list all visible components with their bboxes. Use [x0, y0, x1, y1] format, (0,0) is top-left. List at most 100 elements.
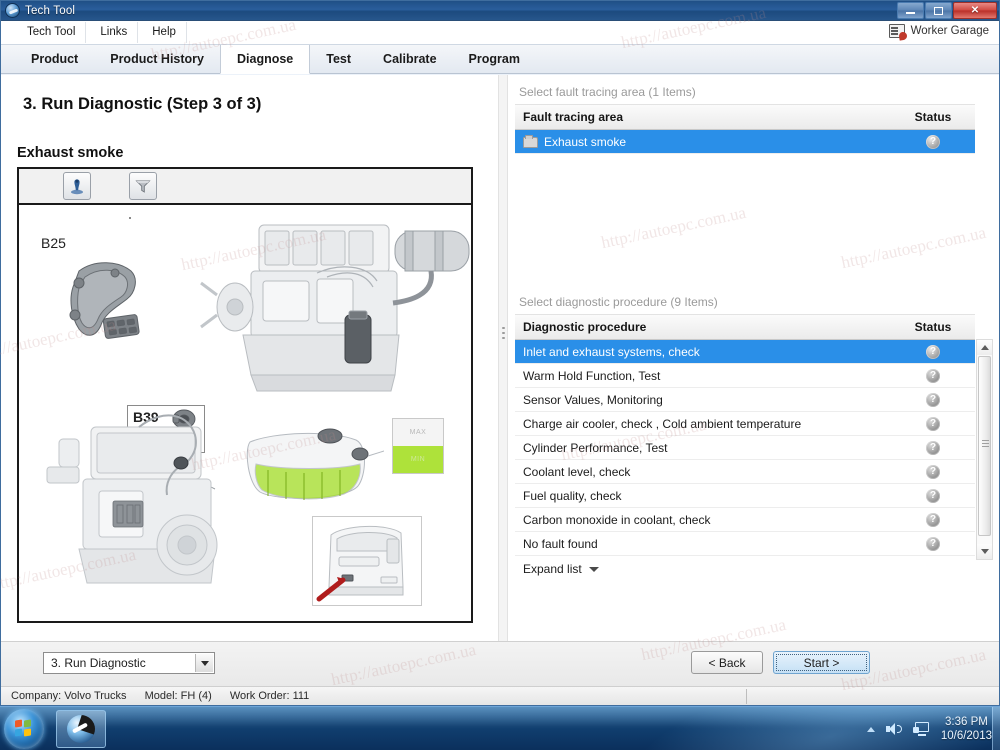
procedure-name-cell: Charge air cooler, check , Cold ambient …: [515, 411, 891, 436]
tab-diagnose[interactable]: Diagnose: [220, 45, 311, 74]
splitter-grip-icon: [502, 327, 505, 344]
taskbar-item-tech-tool[interactable]: [56, 710, 106, 748]
chevron-down-icon: [588, 566, 599, 572]
worker-garage[interactable]: Worker Garage: [888, 24, 989, 38]
scrollbar-thumb[interactable]: [978, 356, 991, 536]
status-cell: ?: [891, 363, 975, 388]
back-button[interactable]: < Back: [691, 651, 763, 674]
table-row[interactable]: Coolant level, check ?: [515, 459, 975, 484]
windows-logo-icon: [15, 719, 33, 738]
menu-item-help[interactable]: Help: [142, 22, 187, 43]
tab-calibrate[interactable]: Calibrate: [367, 45, 453, 73]
help-status-icon[interactable]: ?: [926, 488, 940, 503]
diagnostic-procedure-section-label: Select diagnostic procedure (9 Items): [515, 295, 975, 315]
procedure-name-cell: Fuel quality, check: [515, 483, 891, 508]
tab-product[interactable]: Product: [15, 45, 94, 73]
network-icon[interactable]: [912, 722, 930, 736]
funnel-icon: [135, 180, 151, 193]
diagnostic-procedure-section: Select diagnostic procedure (9 Items) Di…: [515, 295, 993, 635]
level-max-label: MAX: [393, 419, 443, 446]
help-status-icon[interactable]: ?: [926, 536, 940, 551]
help-status-icon[interactable]: ?: [926, 512, 940, 527]
worker-garage-label: Worker Garage: [910, 25, 989, 37]
table-row[interactable]: Carbon monoxide in coolant, check ?: [515, 507, 975, 532]
content-area: 3. Run Diagnostic (Step 3 of 3) Exhaust …: [1, 75, 999, 641]
maximize-icon: [934, 6, 943, 15]
minimize-button[interactable]: [897, 2, 924, 19]
help-status-icon[interactable]: ?: [926, 392, 940, 407]
engine-illustration: [200, 224, 470, 392]
part-label-b25: B25: [41, 235, 66, 251]
status-cell: ?: [891, 459, 975, 484]
tab-test[interactable]: Test: [310, 45, 367, 73]
status-bar: Company: Volvo Trucks Model: FH (4) Work…: [1, 686, 999, 705]
step-select-value: 3. Run Diagnostic: [51, 656, 146, 670]
truck-cab-illustration: [316, 525, 404, 602]
table-row[interactable]: Cylinder Performance, Test ?: [515, 435, 975, 460]
tab-product-history[interactable]: Product History: [94, 45, 220, 73]
step-select[interactable]: 3. Run Diagnostic: [43, 652, 215, 674]
status-cell: ?: [891, 339, 975, 364]
status-cell: ?: [891, 483, 975, 508]
start-button[interactable]: [4, 709, 44, 749]
folder-icon: [523, 134, 538, 148]
chevron-up-icon: [980, 345, 989, 350]
procedure-name-cell: Cylinder Performance, Test: [515, 435, 891, 460]
procedure-name-cell: Coolant level, check: [515, 459, 891, 484]
minimize-icon: [906, 12, 915, 14]
table-row[interactable]: Sensor Values, Monitoring ?: [515, 387, 975, 412]
column-header-status[interactable]: Status: [891, 105, 975, 130]
column-header-status[interactable]: Status: [891, 315, 975, 340]
help-status-icon[interactable]: ?: [926, 134, 940, 149]
focus-ring: [776, 654, 867, 671]
b39-leader: [129, 217, 131, 219]
scroll-down-button[interactable]: [977, 544, 992, 559]
maximize-button[interactable]: [925, 2, 952, 19]
column-header-diagnostic-procedure[interactable]: Diagnostic procedure: [515, 315, 891, 340]
help-status-icon[interactable]: ?: [926, 464, 940, 479]
procedure-name-cell: Warm Hold Function, Test: [515, 363, 891, 388]
table-row[interactable]: Charge air cooler, check , Cold ambient …: [515, 411, 975, 436]
window-title: Tech Tool: [25, 4, 76, 17]
status-cell: ?: [891, 531, 975, 556]
help-status-icon[interactable]: ?: [926, 440, 940, 455]
filter-button[interactable]: [129, 172, 157, 200]
column-header-fault-tracing-area[interactable]: Fault tracing area: [515, 105, 891, 130]
help-status-icon[interactable]: ?: [926, 344, 940, 359]
fault-tracing-section-label: Select fault tracing area (1 Items): [515, 85, 975, 105]
menu-item-tech-tool[interactable]: Tech Tool: [17, 22, 87, 43]
help-status-icon[interactable]: ?: [926, 416, 940, 431]
expand-list-toggle[interactable]: Expand list: [515, 562, 975, 576]
close-button[interactable]: ✕: [953, 2, 997, 19]
scroll-up-button[interactable]: [977, 340, 992, 355]
menu-item-links[interactable]: Links: [90, 22, 139, 43]
table-row[interactable]: Exhaust smoke ?: [515, 129, 975, 154]
main-window: Tech Tool ✕ Tech Tool Links Help Worker …: [0, 0, 1000, 706]
title-bar[interactable]: Tech Tool ✕: [1, 1, 999, 21]
worker-garage-icon: [888, 24, 905, 38]
table-row[interactable]: No fault found ?: [515, 531, 975, 556]
clock-time: 3:36 PM: [945, 716, 988, 728]
volume-icon[interactable]: [885, 722, 902, 736]
diagnostic-procedure-scrollbar[interactable]: [976, 339, 993, 560]
expand-list-label: Expand list: [523, 562, 582, 576]
tech-tool-icon: [5, 3, 20, 18]
chevron-down-icon[interactable]: [195, 654, 213, 672]
show-desktop-button[interactable]: [992, 707, 1000, 750]
table-row[interactable]: Warm Hold Function, Test ?: [515, 363, 975, 388]
tab-program[interactable]: Program: [453, 45, 536, 73]
show-hidden-icons-icon[interactable]: [866, 726, 875, 732]
table-row[interactable]: Inlet and exhaust systems, check ?: [515, 339, 975, 364]
information-button[interactable]: [63, 172, 91, 200]
help-status-icon[interactable]: ?: [926, 368, 940, 383]
table-row[interactable]: Fuel quality, check ?: [515, 483, 975, 508]
status-cell: ?: [891, 435, 975, 460]
fault-tracing-table: Fault tracing area Status Exhaust smoke: [515, 105, 975, 154]
clock-date: 10/6/2013: [940, 730, 992, 742]
clock[interactable]: 3:36 PM 10/6/2013: [941, 715, 992, 743]
pane-splitter[interactable]: [498, 75, 508, 641]
application-root: Tech Tool ✕ Tech Tool Links Help Worker …: [0, 0, 1000, 750]
start-button[interactable]: Start >: [773, 651, 870, 674]
status-company: Company: Volvo Trucks: [11, 690, 127, 702]
fault-tracing-section: Select fault tracing area (1 Items) Faul…: [515, 85, 975, 285]
